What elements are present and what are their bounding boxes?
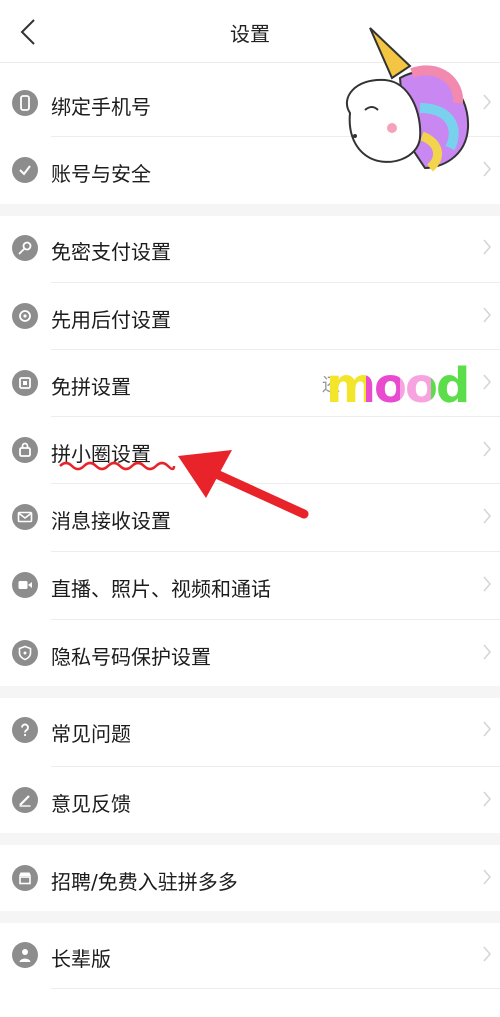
envelope-icon xyxy=(12,504,38,530)
section-gap xyxy=(0,833,500,845)
settings-item-label: 绑定手机号 xyxy=(51,95,151,119)
chevron-right-icon xyxy=(483,946,492,962)
phone-icon xyxy=(12,90,38,116)
question-icon xyxy=(12,717,38,743)
pencil-icon xyxy=(12,787,38,813)
chevron-right-icon xyxy=(483,721,492,737)
chevron-right-icon xyxy=(483,576,492,592)
chevron-right-icon xyxy=(483,94,492,110)
settings-item-label: 免密支付设置 xyxy=(51,240,171,264)
mood-sticker: mood xyxy=(326,362,470,410)
privacy-shield-icon xyxy=(12,640,38,666)
chevron-right-icon xyxy=(483,307,492,323)
red-wavy-underline xyxy=(59,461,176,471)
chevron-right-icon xyxy=(483,508,492,524)
divider xyxy=(51,988,500,989)
settings-item-pay-later[interactable]: 先用后付设置 xyxy=(0,283,500,349)
badge-icon xyxy=(12,303,38,329)
key-icon xyxy=(12,235,38,261)
chevron-right-icon xyxy=(483,239,492,255)
chevron-right-icon xyxy=(483,791,492,807)
person-icon xyxy=(12,942,38,968)
settings-item-recruit-settle[interactable]: 招聘/免费入驻拼多多 xyxy=(0,845,500,911)
group-card-icon xyxy=(12,370,38,396)
settings-item-label: 直播、照片、视频和通话 xyxy=(51,577,271,601)
settings-item-label: 消息接收设置 xyxy=(51,509,171,533)
video-camera-icon xyxy=(12,572,38,598)
unicorn-sticker xyxy=(345,27,470,172)
settings-item-faq[interactable]: 常见问题 xyxy=(0,697,500,763)
settings-item-elder-mode[interactable]: 长辈版 xyxy=(0,922,500,988)
settings-item-label: 招聘/免费入驻拼多多 xyxy=(51,870,238,894)
settings-item-feedback[interactable]: 意见反馈 xyxy=(0,767,500,833)
chevron-right-icon xyxy=(483,644,492,660)
store-icon xyxy=(12,865,38,891)
settings-item-label: 长辈版 xyxy=(51,947,111,971)
settings-item-label: 先用后付设置 xyxy=(51,308,171,332)
chevron-right-icon xyxy=(483,869,492,885)
settings-item-label: 账号与安全 xyxy=(51,162,151,186)
settings-item-label: 常见问题 xyxy=(51,722,131,746)
settings-item-password-free-pay[interactable]: 免密支付设置 xyxy=(0,215,500,281)
chevron-right-icon xyxy=(483,161,492,177)
mood-sticker-text: mood xyxy=(326,358,470,414)
chevron-right-icon xyxy=(483,374,492,390)
red-arrow-annotation xyxy=(178,450,309,519)
chevron-right-icon xyxy=(483,441,492,457)
settings-item-label: 免拼设置 xyxy=(51,375,131,399)
lock-bag-icon xyxy=(12,437,38,463)
settings-item-label: 隐私号码保护设置 xyxy=(51,645,211,669)
settings-item-privacy-number[interactable]: 隐私号码保护设置 xyxy=(0,620,500,686)
shield-icon xyxy=(12,157,38,183)
settings-item-live-photo-video[interactable]: 直播、照片、视频和通话 xyxy=(0,552,500,618)
settings-item-label: 意见反馈 xyxy=(51,792,131,816)
